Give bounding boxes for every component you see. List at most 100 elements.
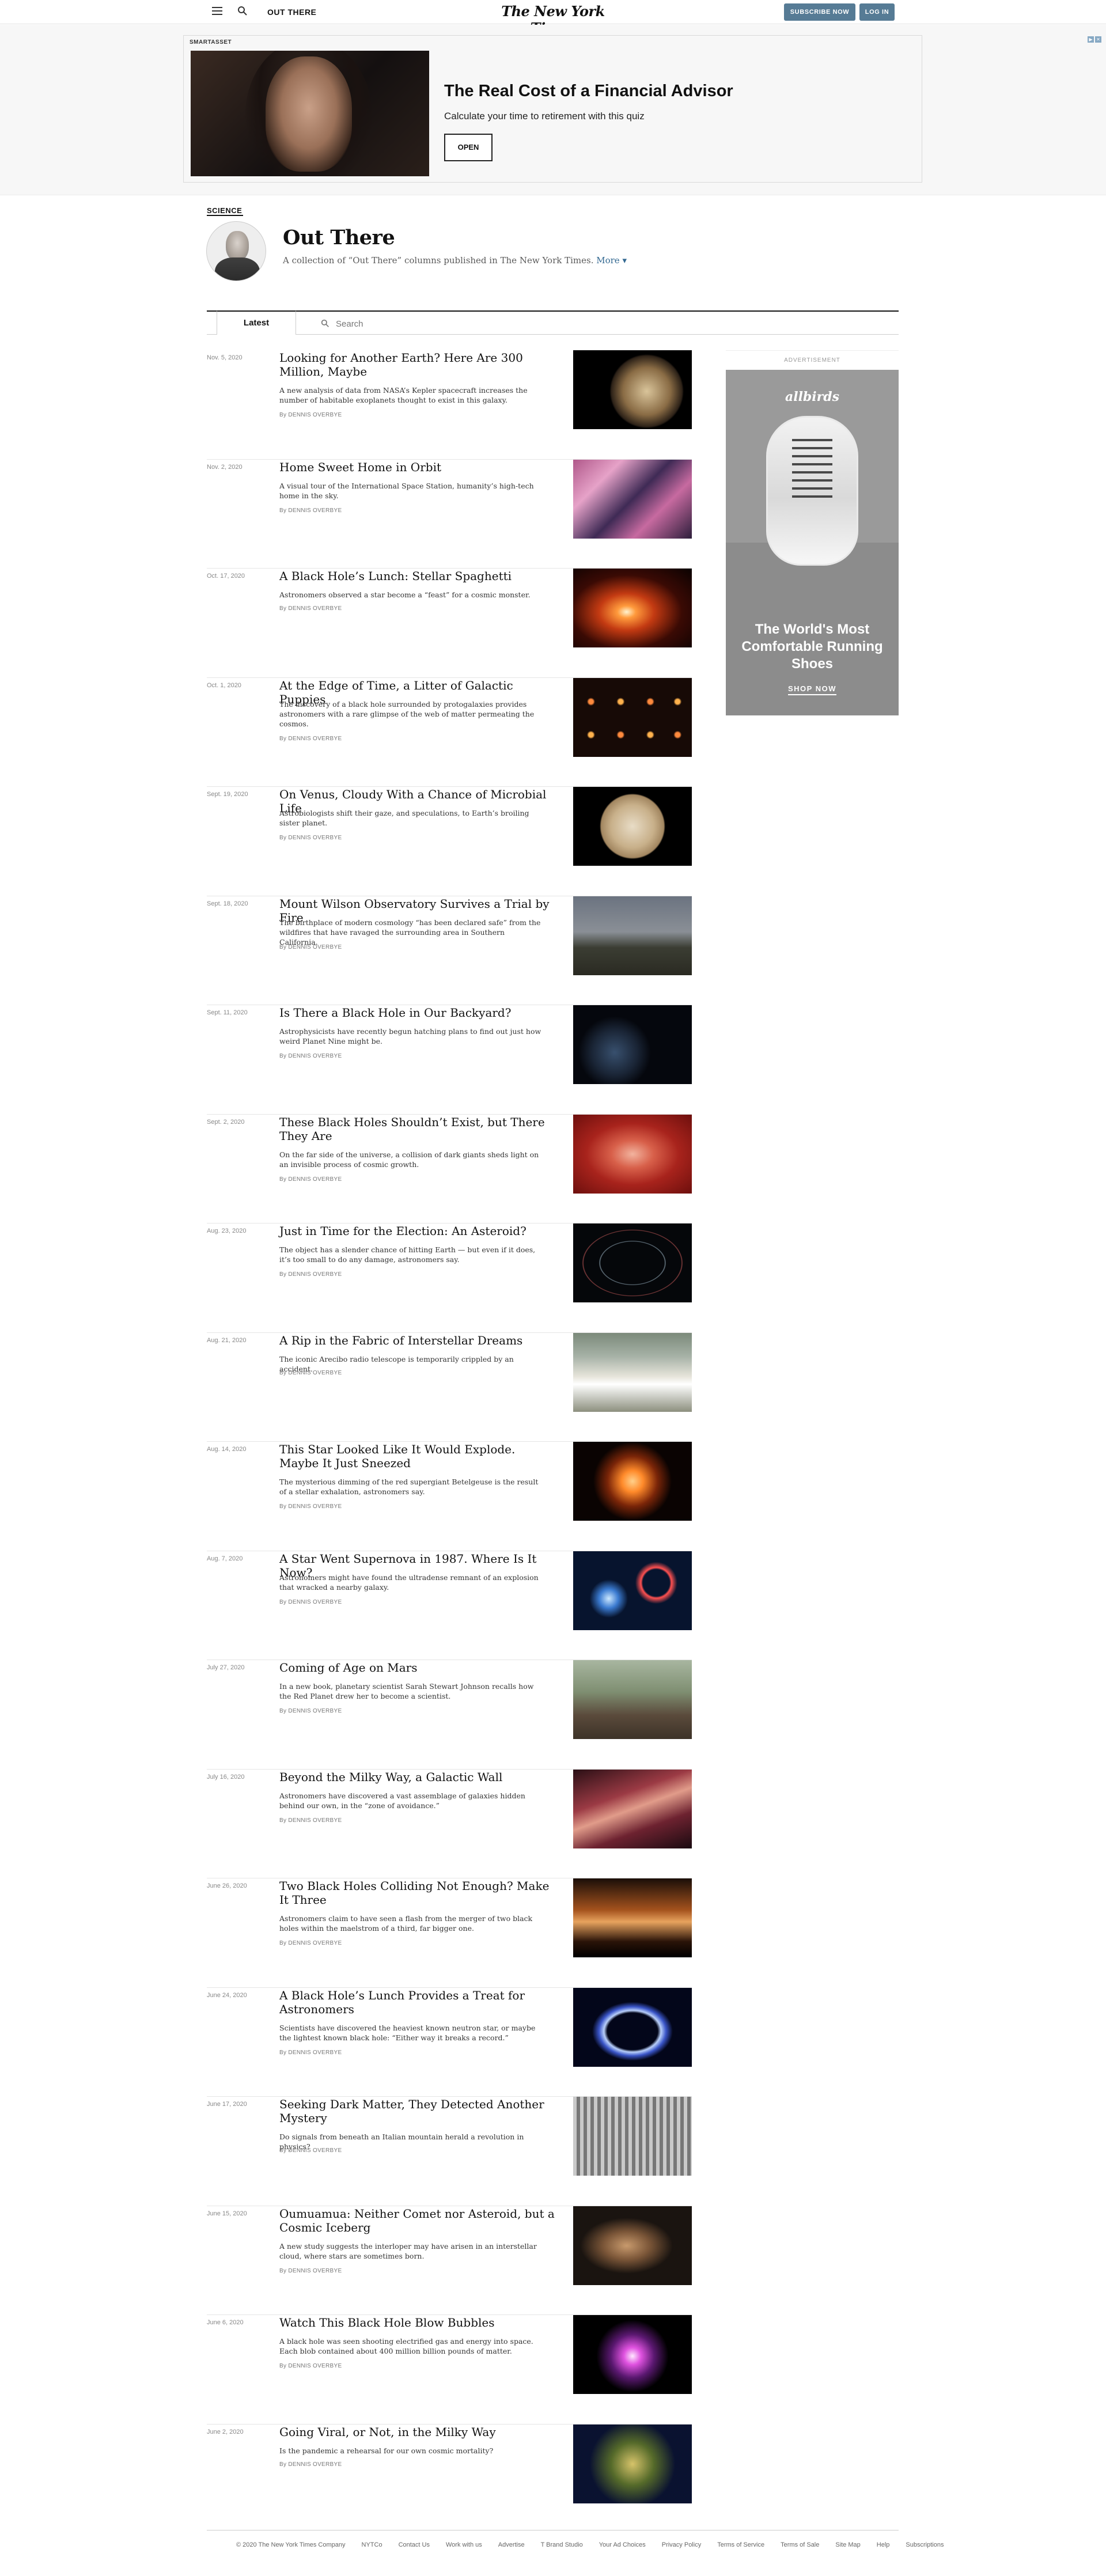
article-headline[interactable]: Oumuamua: Neither Comet nor Asteroid, bu…	[279, 2207, 556, 2234]
list-item[interactable]: July 16, 2020 Beyond the Milky Way, a Ga…	[207, 1769, 692, 1878]
article-summary: The discovery of a black hole surrounded…	[279, 699, 535, 728]
article-thumbnail[interactable]	[573, 1769, 692, 1848]
article-thumbnail[interactable]	[573, 569, 692, 647]
article-byline: By DENNIS OVERBYE	[279, 1598, 342, 1605]
shop-now-button[interactable]: SHOP NOW	[726, 684, 899, 695]
article-thumbnail[interactable]	[573, 1878, 692, 1957]
rail-ad-creative[interactable]: allbirds The World's Most Comfortable Ru…	[726, 370, 899, 715]
article-headline[interactable]: Watch This Black Hole Blow Bubbles	[279, 2316, 556, 2329]
footer-link-help[interactable]: Help	[877, 2541, 890, 2548]
footer-link-subscriptions[interactable]: Subscriptions	[906, 2541, 944, 2548]
article-headline[interactable]: These Black Holes Shouldn’t Exist, but T…	[279, 1115, 556, 1143]
article-headline[interactable]: Just in Time for the Election: An Astero…	[279, 1224, 556, 1238]
top-bar: OUT THERE The New York Times SUBSCRIBE N…	[0, 0, 1106, 36]
article-headline[interactable]: A Black Hole’s Lunch Provides a Treat fo…	[279, 1988, 556, 2016]
list-item[interactable]: June 17, 2020 Seeking Dark Matter, They …	[207, 2097, 692, 2206]
article-thumbnail[interactable]	[573, 1005, 692, 1084]
list-item[interactable]: July 27, 2020 Coming of Age on Mars In a…	[207, 1660, 692, 1770]
more-link-label[interactable]: More	[596, 255, 619, 266]
list-item[interactable]: Aug. 7, 2020 A Star Went Supernova in 19…	[207, 1551, 692, 1660]
list-item[interactable]: June 2, 2020 Going Viral, or Not, in the…	[207, 2424, 692, 2534]
article-headline[interactable]: Looking for Another Earth? Here Are 300 …	[279, 351, 556, 378]
article-thumbnail[interactable]	[573, 1332, 692, 1412]
article-byline: By DENNIS OVERBYE	[279, 605, 342, 612]
chevron-down-icon: ▾	[619, 255, 627, 266]
section-name[interactable]: OUT THERE	[267, 7, 316, 17]
list-item[interactable]: Aug. 14, 2020 This Star Looked Like It W…	[207, 1442, 692, 1551]
article-thumbnail[interactable]	[573, 1114, 692, 1194]
list-item[interactable]: June 24, 2020 A Black Hole’s Lunch Provi…	[207, 1987, 692, 2097]
footer-link-terms-service[interactable]: Terms of Service	[717, 2541, 764, 2548]
article-summary: Is the pandemic a rehearsal for our own …	[279, 2446, 494, 2455]
article-headline[interactable]: A Rip in the Fabric of Interstellar Drea…	[279, 1334, 556, 1347]
list-item[interactable]: June 6, 2020 Watch This Black Hole Blow …	[207, 2315, 692, 2425]
footer-link-sitemap[interactable]: Site Map	[835, 2541, 860, 2548]
search-icon[interactable]	[237, 6, 249, 17]
list-item[interactable]: Oct. 17, 2020 A Black Hole’s Lunch: Stel…	[207, 569, 692, 678]
footer-link-adchoices[interactable]: Your Ad Choices	[599, 2541, 646, 2548]
article-thumbnail[interactable]	[573, 1987, 692, 2067]
article-summary: Astronomers observed a star become a “fe…	[279, 590, 531, 599]
article-thumbnail[interactable]	[573, 2206, 692, 2285]
article-summary: On the far side of the universe, a colli…	[279, 1150, 539, 1169]
search-icon	[321, 319, 330, 328]
article-thumbnail[interactable]	[573, 1660, 692, 1739]
list-item[interactable]: Sept. 18, 2020 Mount Wilson Observatory …	[207, 896, 692, 1005]
footer-link-nytco[interactable]: NYTCo	[362, 2541, 382, 2548]
article-headline[interactable]: A Black Hole’s Lunch: Stellar Spaghetti	[279, 569, 556, 583]
ad-title[interactable]: The Real Cost of a Financial Advisor	[444, 82, 733, 101]
article-summary: The object has a slender chance of hitti…	[279, 1245, 536, 1264]
article-thumbnail[interactable]	[573, 2315, 692, 2394]
ad-open-button[interactable]: OPEN	[444, 134, 493, 161]
article-headline[interactable]: Going Viral, or Not, in the Milky Way	[279, 2425, 556, 2439]
list-item[interactable]: Nov. 5, 2020 Looking for Another Earth? …	[207, 350, 692, 460]
article-thumbnail[interactable]	[573, 1551, 692, 1630]
article-headline[interactable]: Two Black Holes Colliding Not Enough? Ma…	[279, 1879, 556, 1907]
list-item[interactable]: Sept. 11, 2020 Is There a Black Hole in …	[207, 1005, 692, 1115]
ad-card[interactable]: SMARTASSET The Real Cost of a Financial …	[183, 35, 922, 183]
search-box[interactable]	[321, 316, 551, 332]
shop-now-label[interactable]: SHOP NOW	[788, 684, 836, 695]
article-thumbnail[interactable]	[573, 2097, 692, 2176]
more-link[interactable]: More ▾	[596, 255, 627, 266]
list-item[interactable]: June 15, 2020 Oumuamua: Neither Comet no…	[207, 2206, 692, 2315]
footer-link-work[interactable]: Work with us	[446, 2541, 482, 2548]
list-item[interactable]: Aug. 21, 2020 A Rip in the Fabric of Int…	[207, 1332, 692, 1442]
article-thumbnail[interactable]	[573, 677, 692, 757]
ad-choices-icon[interactable]: ▶ ✕	[1088, 36, 1101, 43]
article-thumbnail[interactable]	[573, 787, 692, 866]
list-item[interactable]: Oct. 1, 2020 At the Edge of Time, a Litt…	[207, 677, 692, 787]
search-input[interactable]	[336, 316, 543, 332]
article-headline[interactable]: Beyond the Milky Way, a Galactic Wall	[279, 1770, 556, 1784]
article-thumbnail[interactable]	[573, 896, 692, 975]
list-item[interactable]: Aug. 23, 2020 Just in Time for the Elect…	[207, 1223, 692, 1333]
list-item[interactable]: Nov. 2, 2020 Home Sweet Home in Orbit A …	[207, 459, 692, 569]
article-thumbnail[interactable]	[573, 350, 692, 429]
section-kicker[interactable]: SCIENCE	[207, 206, 242, 215]
article-summary: Astrophysicists have recently begun hatc…	[279, 1027, 541, 1045]
article-headline[interactable]: Home Sweet Home in Orbit	[279, 460, 556, 474]
article-thumbnail[interactable]	[573, 459, 692, 539]
ad-image[interactable]	[191, 51, 429, 176]
article-headline[interactable]: Seeking Dark Matter, They Detected Anoth…	[279, 2097, 556, 2125]
article-headline[interactable]: This Star Looked Like It Would Explode. …	[279, 1442, 556, 1470]
footer-link-advertise[interactable]: Advertise	[498, 2541, 525, 2548]
footer-link-tbrand[interactable]: T Brand Studio	[541, 2541, 583, 2548]
list-item[interactable]: Sept. 2, 2020 These Black Holes Shouldn’…	[207, 1114, 692, 1223]
article-thumbnail[interactable]	[573, 1223, 692, 1302]
login-button[interactable]: LOG IN	[859, 3, 895, 21]
footer-link-contact[interactable]: Contact Us	[399, 2541, 430, 2548]
list-item[interactable]: June 26, 2020 Two Black Holes Colliding …	[207, 1878, 692, 1988]
article-date: July 27, 2020	[207, 1664, 245, 1671]
article-headline[interactable]: Coming of Age on Mars	[279, 1661, 556, 1675]
tab-latest[interactable]: Latest	[217, 310, 296, 335]
list-item[interactable]: Sept. 19, 2020 On Venus, Cloudy With a C…	[207, 787, 692, 896]
subscribe-button[interactable]: SUBSCRIBE NOW	[784, 3, 855, 21]
footer-link-terms-sale[interactable]: Terms of Sale	[781, 2541, 819, 2548]
footer-link-privacy[interactable]: Privacy Policy	[662, 2541, 701, 2548]
article-headline[interactable]: Is There a Black Hole in Our Backyard?	[279, 1006, 556, 1020]
article-byline: By DENNIS OVERBYE	[279, 507, 342, 514]
menu-icon[interactable]	[212, 7, 222, 17]
article-thumbnail[interactable]	[573, 1442, 692, 1521]
article-thumbnail[interactable]	[573, 2424, 692, 2503]
